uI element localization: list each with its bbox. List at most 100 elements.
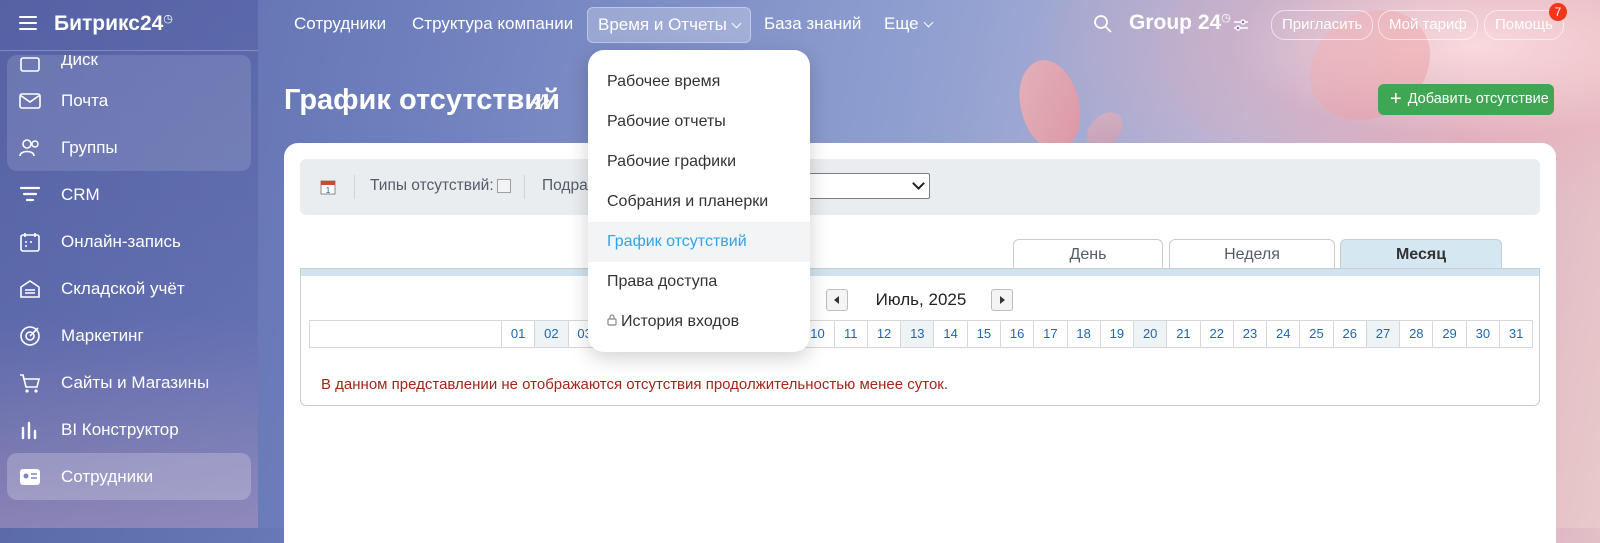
day-cell[interactable]: 15 [968,321,1001,347]
sidebar: Битрикс24◷ Диск Почта Группы CRM Онлайн-… [0,0,258,528]
company-name[interactable]: Group 24◷ [1129,11,1231,35]
nav-time-reports[interactable]: Время и Отчеты [587,7,751,43]
sidebar-item-sites-shops[interactable]: Сайты и Магазины [7,359,251,406]
day-cell[interactable]: 27 [1366,321,1401,347]
department-select[interactable] [800,173,930,199]
absence-types-checkbox[interactable] [497,179,511,193]
sidebar-item-bi-builder[interactable]: BI Конструктор [7,406,251,453]
top-navigation: Сотрудники Структура компании Время и От… [259,0,1600,50]
sidebar-item-employees[interactable]: Сотрудники [7,453,251,500]
chevron-down-icon [912,177,925,190]
search-icon[interactable] [1093,14,1113,34]
days-header: 0102030405060708091011121314151617181920… [309,320,1533,348]
sidebar-item-label: Сотрудники [61,466,154,486]
nav-employees[interactable]: Сотрудники [284,7,396,41]
help-button[interactable]: Помощь 7 [1484,3,1567,40]
menu-item-login-history[interactable]: История входов [588,302,810,342]
tab-week[interactable]: Неделя [1169,239,1335,269]
menu-item-access-rights[interactable]: Права доступа [588,262,810,302]
sidebar-item-label: Маркетинг [61,325,144,345]
day-cell[interactable]: 20 [1134,321,1168,347]
sidebar-item-label: CRM [61,184,100,204]
notification-badge: 7 [1548,3,1567,21]
sidebar-header: Битрикс24◷ [0,0,258,51]
chevron-down-icon [731,18,742,29]
lock-icon [607,314,617,326]
warehouse-icon [17,276,43,302]
day-cell[interactable]: 19 [1101,321,1135,347]
day-cell[interactable]: 25 [1300,321,1334,347]
folder-icon [17,55,43,77]
sidebar-item-label: Сайты и Магазины [61,372,210,392]
nav-label: Время и Отчеты [598,15,727,34]
day-cell[interactable]: 30 [1467,321,1500,347]
settings-sliders-icon[interactable] [1232,16,1250,34]
day-cell[interactable]: 26 [1334,321,1367,347]
day-cell[interactable]: 12 [868,321,902,347]
calendar-frame: Июль, 2025 01020304050607080910111213141… [300,268,1540,406]
day-cell[interactable]: 29 [1433,321,1467,347]
mail-icon [17,88,43,114]
current-month: Июль, 2025 [875,290,967,309]
sidebar-item-label: Диск [61,55,98,69]
my-tariff-button[interactable]: Мой тариф [1378,10,1478,40]
sidebar-item-crm[interactable]: CRM [7,171,251,218]
day-cell[interactable]: 02 [535,321,569,347]
nav-more[interactable]: Еще [874,7,942,41]
day-cell[interactable]: 31 [1500,321,1532,347]
day-cell[interactable]: 17 [1034,321,1068,347]
calendar-icon[interactable]: 1 [320,179,336,195]
day-cell[interactable]: 23 [1234,321,1268,347]
sidebar-item-mail[interactable]: Почта [7,77,251,124]
time-reports-dropdown: Рабочее время Рабочие отчеты Рабочие гра… [588,50,810,352]
employees-icon [17,464,43,490]
sidebar-item-warehouse[interactable]: Складской учёт [7,265,251,312]
add-absence-button[interactable]: + Добавить отсутствие [1378,84,1554,115]
add-absence-label: Добавить отсутствие [1407,91,1549,107]
arrow-left-icon [834,296,839,304]
menu-burger-icon[interactable] [19,16,37,30]
prev-month-button[interactable] [826,289,848,311]
day-cell[interactable]: 16 [1001,321,1035,347]
menu-item-meetings[interactable]: Собрания и планерки [588,182,810,222]
day-cell[interactable]: 22 [1201,321,1234,347]
sidebar-item-online-booking[interactable]: Онлайн-запись [7,218,251,265]
plus-icon: + [1390,88,1402,110]
nav-knowledge-base[interactable]: База знаний [754,7,871,41]
group-icon [17,135,43,161]
menu-item-work-time[interactable]: Рабочее время [588,62,810,102]
calendar-booking-icon [17,229,43,255]
day-cell[interactable]: 28 [1400,321,1434,347]
pin-icon[interactable] [533,93,551,111]
tab-month[interactable]: Месяц [1340,239,1502,269]
nav-company-structure[interactable]: Структура компании [402,7,583,41]
absence-types-label: Типы отсутствий: [370,177,494,194]
invite-button[interactable]: Пригласить [1271,10,1374,40]
day-cell[interactable]: 18 [1068,321,1101,347]
svg-text:1: 1 [326,186,331,195]
next-month-button[interactable] [991,289,1013,311]
menu-item-work-reports[interactable]: Рабочие отчеты [588,102,810,142]
day-cell[interactable]: 21 [1167,321,1201,347]
day-cell[interactable]: 14 [934,321,968,347]
arrow-right-icon [1000,296,1005,304]
calendar-header-strip [301,269,1539,276]
sidebar-item-marketing[interactable]: Маркетинг [7,312,251,359]
department-label: Подра [542,177,588,194]
page-title: График отсутствий [284,84,561,116]
sidebar-item-label: Почта [61,90,109,110]
sidebar-item-disk[interactable]: Диск [7,55,251,77]
sidebar-item-label: Онлайн-запись [61,231,181,251]
day-cell[interactable]: 01 [502,321,536,347]
menu-item-work-schedules[interactable]: Рабочие графики [588,142,810,182]
sidebar-item-label: Группы [61,137,118,157]
sidebar-item-groups[interactable]: Группы [7,124,251,171]
bar-chart-icon [17,417,43,443]
day-cell[interactable]: 13 [901,321,935,347]
bitrix24-logo[interactable]: Битрикс24◷ [54,12,173,36]
day-cell[interactable]: 11 [835,321,868,347]
sidebar-group: Диск Почта Группы [7,55,251,171]
menu-item-absence-chart[interactable]: График отсутствий [588,222,810,262]
day-cell[interactable]: 24 [1267,321,1301,347]
tab-day[interactable]: День [1013,239,1163,269]
